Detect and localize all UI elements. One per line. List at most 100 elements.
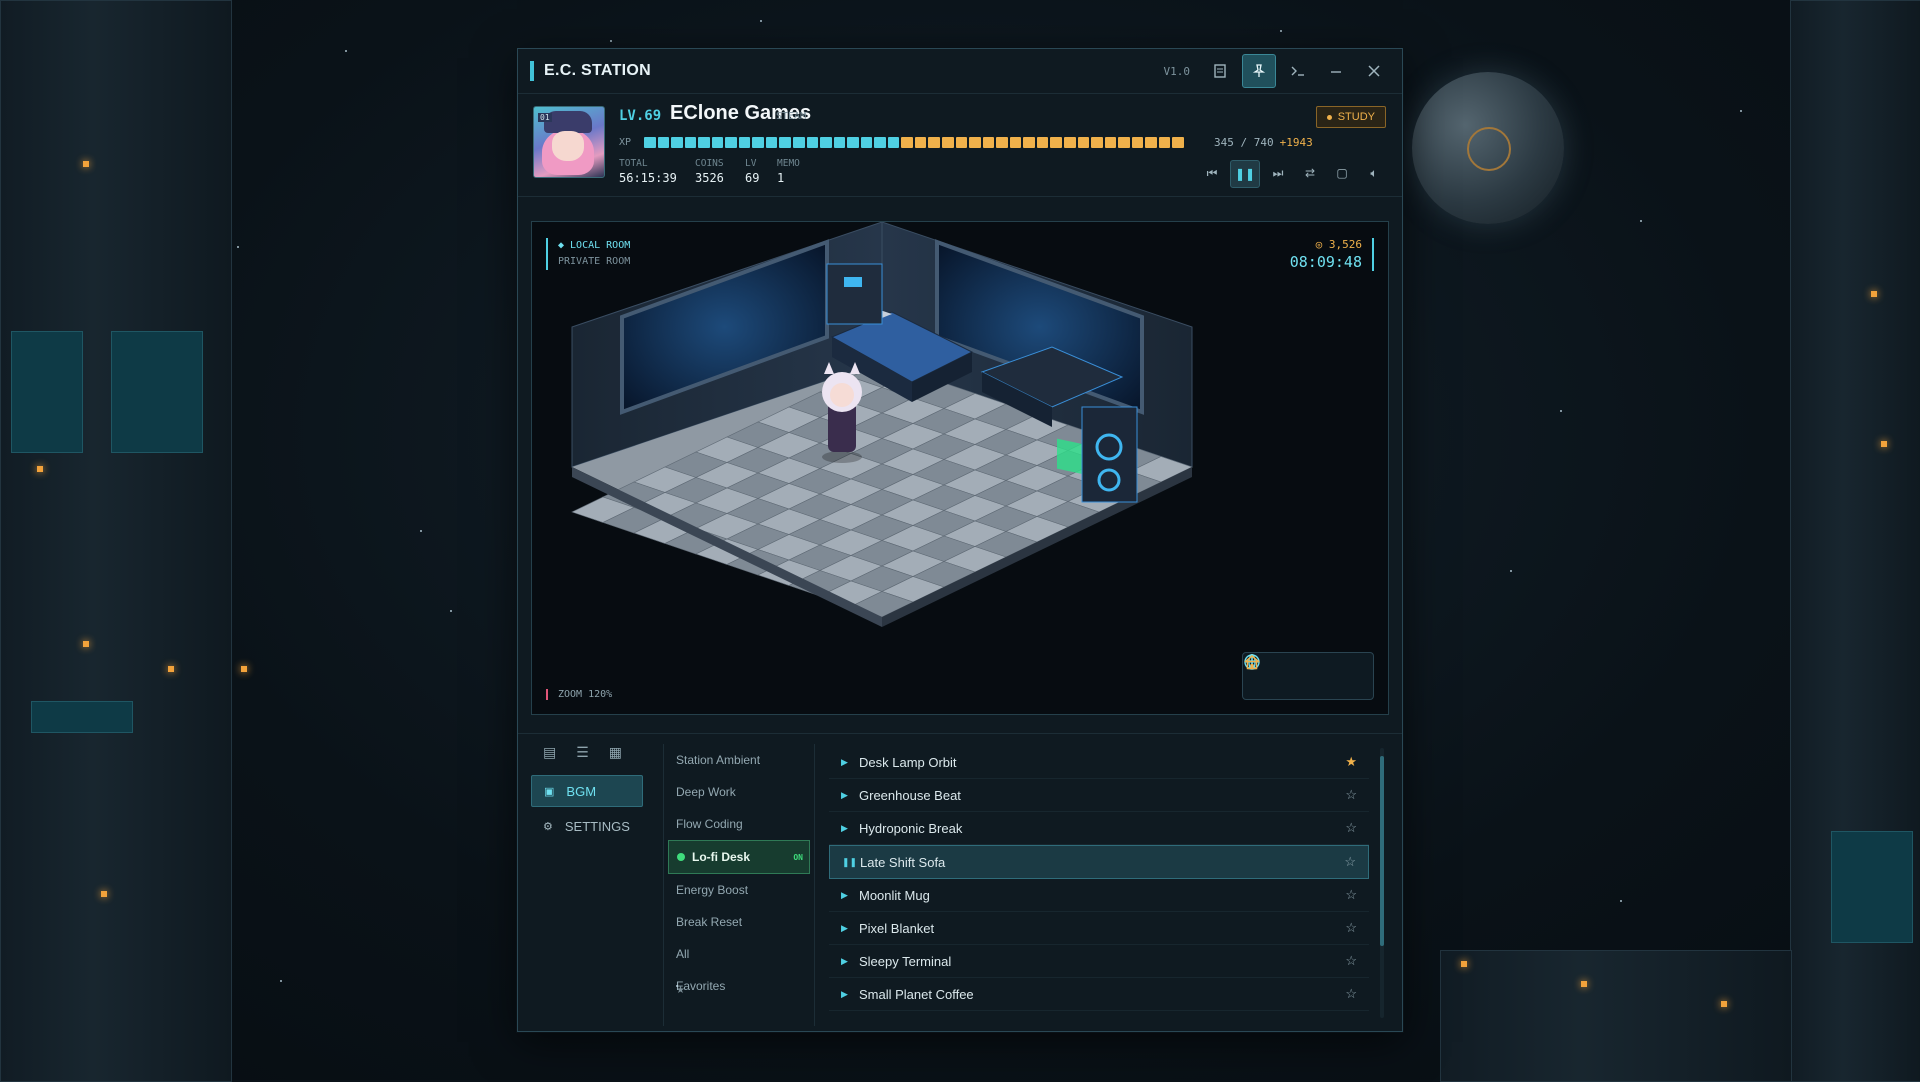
terminal-icon[interactable]: [1282, 55, 1314, 87]
star: [1740, 110, 1742, 112]
avatar-badge: 01: [538, 113, 552, 122]
star: [1620, 900, 1622, 902]
list-icon[interactable]: ☰: [576, 744, 589, 761]
xp-segment: [752, 137, 764, 148]
titlebar[interactable]: E.C. STATION V1.0: [518, 49, 1402, 94]
category-flow-coding[interactable]: Flow Coding: [668, 808, 810, 840]
coin-counter: ◎ 3,526: [1315, 238, 1362, 251]
xp-segment: [779, 137, 792, 148]
category-break-reset[interactable]: Break Reset: [668, 906, 810, 938]
xp-segment: [1131, 137, 1144, 148]
star: [280, 980, 282, 982]
xp-segment: [765, 137, 778, 148]
pause-icon: ❚❚: [842, 856, 858, 867]
xp-segment: [644, 137, 656, 148]
grid-icon[interactable]: ▦: [609, 744, 622, 761]
sidebar: ▤ ☰ ▦ ▣ BGM ⚙ SETTINGS: [531, 744, 643, 845]
avatar[interactable]: 01: [533, 106, 605, 178]
document-icon[interactable]: ▤: [543, 744, 556, 761]
note-icon[interactable]: [1204, 55, 1236, 87]
xp-segment: [874, 137, 886, 148]
sidebar-item-bgm[interactable]: ▣ BGM: [531, 775, 643, 807]
shuffle-icon[interactable]: ⇄: [1296, 160, 1324, 186]
category-station-ambient[interactable]: Station Ambient: [668, 744, 810, 776]
category-lofi-desk[interactable]: Lo-fi Desk ON: [668, 840, 810, 874]
category-energy-boost[interactable]: Energy Boost: [668, 874, 810, 906]
track-row[interactable]: ▶ Desk Lamp Orbit ★: [829, 746, 1369, 779]
xp-segment: [901, 137, 913, 148]
room-viewport[interactable]: ◆ LOCAL ROOM PRIVATE ROOM ◎ 3,526 08:09:…: [531, 221, 1389, 715]
track-row[interactable]: ▶ Greenhouse Beat ☆: [829, 779, 1369, 812]
stat-coins: COINS 3526: [695, 158, 724, 185]
xp-segment: [1172, 137, 1184, 148]
star-outline-icon[interactable]: ☆: [1345, 920, 1357, 936]
xp-segment: [671, 137, 683, 148]
previous-icon[interactable]: ⏮: [1198, 160, 1226, 186]
pin-icon[interactable]: [1242, 54, 1276, 88]
star-outline-icon[interactable]: ☆: [1345, 887, 1357, 903]
version-label: V1.0: [1163, 64, 1191, 78]
gear-icon: ⚙: [543, 820, 553, 833]
star: [1280, 30, 1282, 32]
star: [1560, 410, 1562, 412]
sidebar-item-settings[interactable]: ⚙ SETTINGS: [531, 811, 643, 841]
active-dot-icon: [677, 853, 685, 861]
star: [237, 246, 239, 248]
track-row[interactable]: ▶ Hydroponic Break ☆: [829, 812, 1369, 845]
minimize-icon[interactable]: [1320, 55, 1352, 87]
xp-segment: [1077, 137, 1090, 148]
track-row[interactable]: ▶ Small Planet Coffee ☆: [829, 978, 1369, 1011]
pause-icon[interactable]: ❚❚: [1230, 160, 1260, 188]
close-icon[interactable]: [1358, 55, 1390, 87]
star-outline-icon[interactable]: ☆: [1345, 986, 1357, 1002]
right-station-platform: [1440, 950, 1792, 1082]
location-indicator: ◆ LOCAL ROOM PRIVATE ROOM: [546, 238, 630, 270]
space-station-planet: [1412, 72, 1564, 224]
star-outline-icon[interactable]: ☆: [1345, 820, 1357, 836]
app-window: E.C. STATION V1.0 01 LV.69 EClone Games …: [517, 48, 1403, 1032]
star: [450, 610, 452, 612]
music-icon: ▣: [544, 785, 555, 798]
star-outline-icon[interactable]: ☆: [1344, 854, 1356, 870]
category-deep-work[interactable]: Deep Work: [668, 776, 810, 808]
play-icon: ▶: [841, 988, 848, 999]
star: [1640, 220, 1642, 222]
play-icon: ▶: [841, 922, 848, 933]
xp-segment: [738, 137, 751, 148]
track-row[interactable]: ▶ Moonlit Mug ☆: [829, 879, 1369, 912]
star-outline-icon[interactable]: ☆: [1345, 953, 1357, 969]
volume-icon[interactable]: 🔈︎: [1360, 160, 1388, 186]
xp-segment: [806, 137, 819, 148]
scrollbar-thumb[interactable]: [1380, 756, 1384, 946]
next-icon[interactable]: ⏭: [1264, 160, 1292, 186]
star-outline-icon[interactable]: ☆: [1345, 787, 1357, 803]
left-station-tower: [0, 0, 247, 1082]
xp-segment: [1023, 137, 1035, 148]
xp-segment: [942, 137, 954, 148]
star: [610, 40, 612, 42]
xp-segment: [657, 137, 670, 148]
star-filled-icon[interactable]: ★: [1345, 754, 1357, 770]
xp-gain: +1943: [1279, 136, 1313, 149]
xp-segment: [996, 137, 1008, 148]
track-row-playing[interactable]: ❚❚ Late Shift Sofa ☆: [829, 845, 1369, 879]
on-badge: ON: [793, 852, 803, 862]
xp-segment: [1036, 137, 1049, 148]
study-mode-badge[interactable]: STUDY: [1315, 106, 1386, 128]
category-all[interactable]: All: [668, 938, 810, 970]
track-row[interactable]: ▶ Sleepy Terminal ☆: [829, 945, 1369, 978]
home-icon[interactable]: [1244, 654, 1363, 691]
xp-segment: [1158, 137, 1171, 148]
track-row[interactable]: ▶ Pixel Blanket ☆: [829, 912, 1369, 945]
character-icon[interactable]: [1247, 654, 1323, 691]
play-icon: ▶: [841, 789, 848, 800]
repeat-icon[interactable]: ▢: [1328, 160, 1356, 186]
xp-segment: [1145, 137, 1157, 148]
bgm-panel: ▤ ☰ ▦ ▣ BGM ⚙ SETTINGS Station Ambient Dee…: [518, 733, 1402, 1032]
star: [760, 20, 762, 22]
window-title: E.C. STATION: [544, 62, 652, 79]
xp-segment: [711, 137, 724, 148]
category-favorites[interactable]: ★ Favorites: [668, 970, 810, 1002]
profile-header: 01 LV.69 EClone Games STEAM STUDY XP 345…: [518, 94, 1402, 197]
xp-segment: [860, 137, 873, 148]
